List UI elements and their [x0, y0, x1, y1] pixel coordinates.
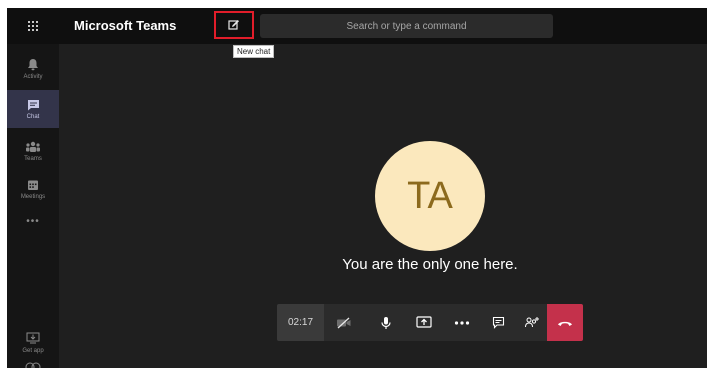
left-rail: Activity Chat Teams Meetings ••• Get app	[7, 44, 59, 368]
help-icon[interactable]	[25, 358, 41, 368]
share-screen-icon	[416, 316, 432, 328]
more-actions-button[interactable]	[445, 304, 479, 341]
hang-up-button[interactable]	[547, 304, 583, 341]
calendar-icon	[28, 180, 38, 190]
rail-label-meetings: Meetings	[20, 193, 46, 200]
compose-icon	[228, 20, 239, 30]
app-title: Microsoft Teams	[74, 18, 177, 33]
rail-label-chat: Chat	[26, 113, 40, 120]
rail-more-apps[interactable]: •••	[7, 216, 59, 227]
search-input[interactable]: Search or type a command	[260, 14, 553, 38]
rail-label-get-app: Get app	[22, 348, 44, 354]
app-launcher-button[interactable]	[7, 8, 59, 44]
show-participants-button[interactable]	[515, 304, 549, 341]
conversation-icon	[492, 316, 504, 329]
download-icon	[26, 332, 40, 344]
new-chat-tooltip: New chat	[233, 45, 275, 58]
teams-icon	[26, 141, 40, 152]
rail-item-get-app[interactable]: Get app	[7, 324, 59, 362]
teams-window: Microsoft Teams Search or type a command…	[7, 8, 707, 368]
call-controls-bar: 02:17	[277, 304, 583, 341]
mic-button[interactable]	[369, 304, 403, 341]
rail-label-teams: Teams	[24, 155, 42, 162]
rail-item-chat[interactable]: Chat	[7, 90, 59, 128]
share-screen-button[interactable]	[407, 304, 441, 341]
rail-item-teams[interactable]: Teams	[7, 132, 59, 170]
new-chat-button[interactable]	[214, 11, 254, 39]
waffle-icon	[28, 21, 38, 31]
camera-off-icon	[337, 317, 351, 328]
participants-icon	[525, 317, 539, 328]
only-one-here-message: You are the only one here.	[342, 256, 518, 273]
camera-toggle-button[interactable]	[327, 304, 361, 341]
avatar-initials: TA	[407, 174, 453, 217]
participant-avatar: TA	[375, 141, 485, 251]
rail-item-activity[interactable]: Activity	[7, 50, 59, 88]
bell-icon	[28, 59, 38, 71]
show-conversation-button[interactable]	[481, 304, 515, 341]
mic-icon	[381, 316, 391, 329]
rail-label-activity: Activity	[23, 74, 43, 80]
search-placeholder: Search or type a command	[346, 20, 467, 32]
rail-item-meetings[interactable]: Meetings	[7, 170, 59, 208]
top-bar: Microsoft Teams Search or type a command	[7, 8, 707, 44]
more-icon	[454, 320, 470, 325]
chat-icon	[27, 99, 39, 110]
hang-up-icon	[558, 321, 572, 326]
call-timer: 02:17	[277, 304, 324, 341]
